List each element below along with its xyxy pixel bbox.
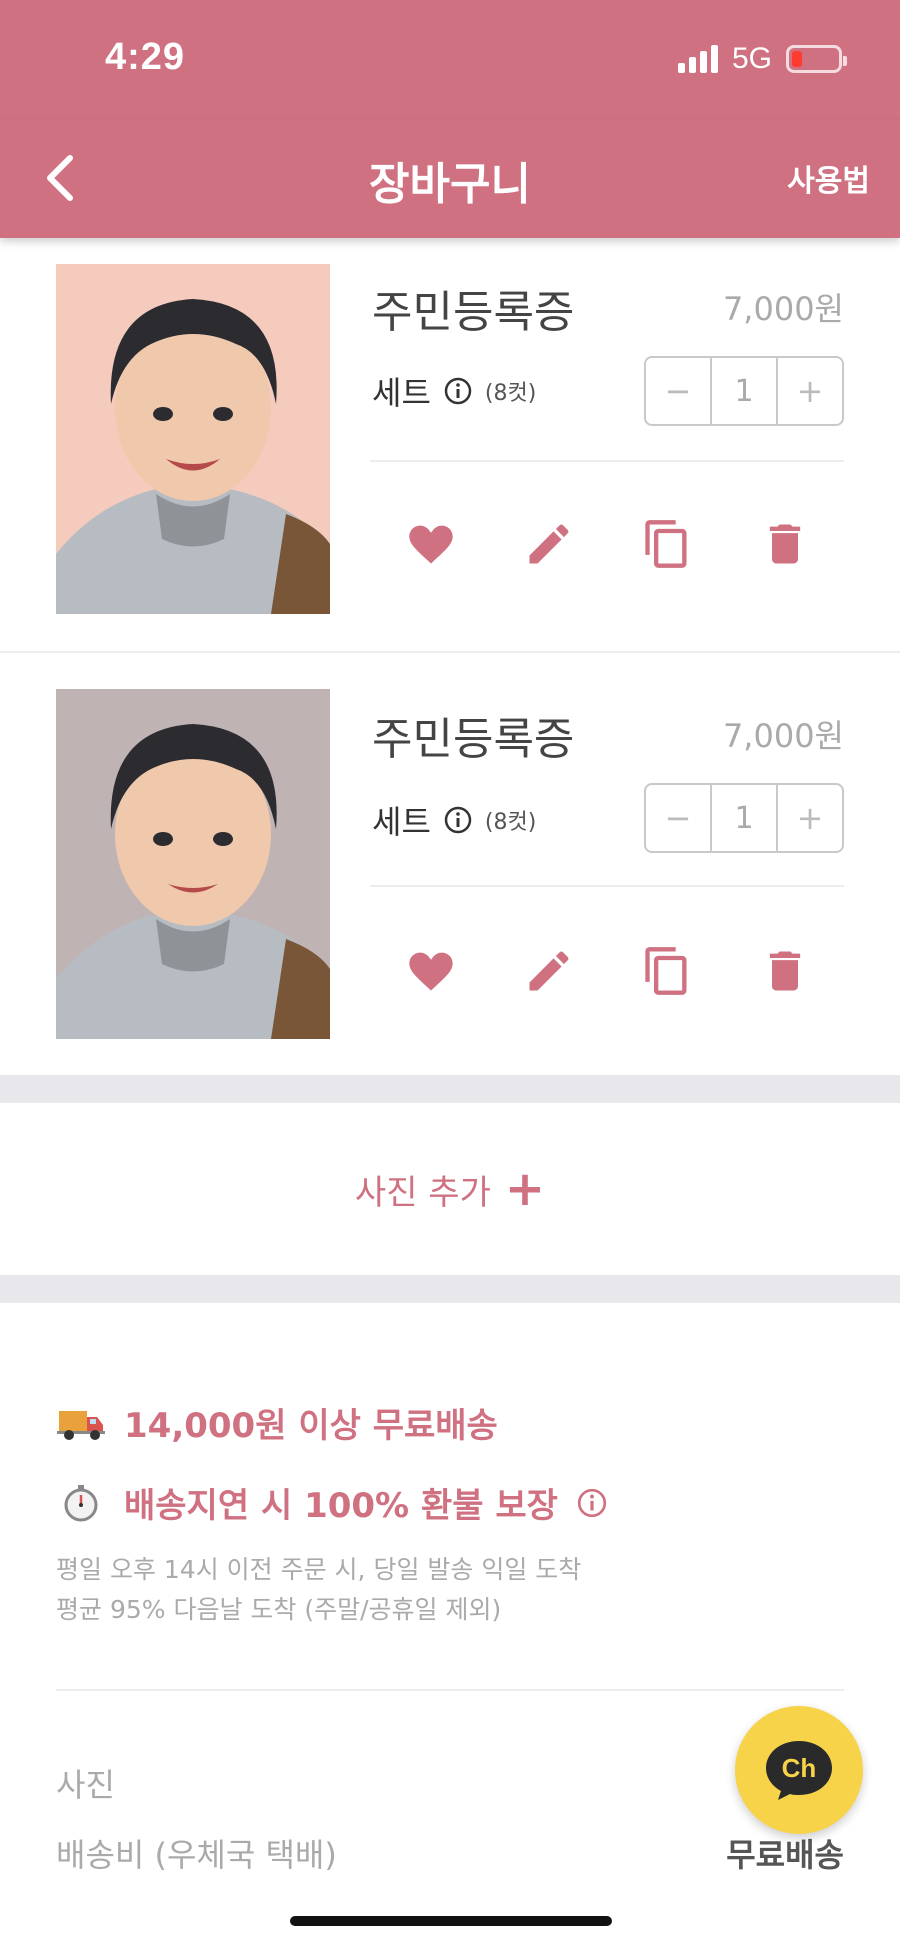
refund-guarantee-banner: 배송지연 시 100% 환불 보장 (56, 1478, 608, 1527)
trash-icon (769, 951, 801, 991)
id-photo-thumbnail[interactable] (56, 689, 330, 1039)
network-type: 5G (731, 42, 772, 75)
info-icon[interactable] (443, 805, 473, 835)
product-price: 7,000원 (722, 290, 844, 328)
decrease-button[interactable]: − (646, 358, 710, 424)
product-name: 주민등록증 (372, 287, 575, 338)
quantity-stepper: − 1 + (644, 356, 844, 426)
product-price: 7,000원 (722, 717, 844, 755)
summary-label: 사진 (56, 1766, 115, 1804)
summary-row-shipping: 배송비 (우체국 택배) 무료배송 (56, 1830, 844, 1876)
item-actions (372, 518, 844, 574)
quantity-value: 1 (710, 785, 778, 851)
free-shipping-text: 14,000원 이상 무료배송 (124, 1406, 498, 1446)
help-button[interactable]: 사용법 (787, 156, 870, 200)
pencil-icon (529, 951, 569, 991)
id-photo-thumbnail[interactable] (56, 264, 330, 614)
section-gap (0, 1075, 900, 1103)
decrease-button[interactable]: − (646, 785, 710, 851)
favorite-button[interactable] (405, 945, 457, 1001)
stopwatch-icon (56, 1483, 106, 1523)
cut-count: (8컷) (484, 810, 537, 835)
divider (370, 885, 844, 887)
cart-item: 주민등록증 7,000원 세트 (8컷) − 1 + (0, 238, 900, 651)
product-option: 세트 (8컷) (372, 797, 536, 843)
shipping-note: 평일 오후 14시 이전 주문 시, 당일 발송 익일 도착 평균 95% 다음… (56, 1550, 581, 1630)
status-bar: 4:29 5G (0, 0, 900, 120)
increase-button[interactable]: + (778, 358, 842, 424)
battery-icon (786, 45, 847, 73)
product-option: 세트 (8컷) (372, 368, 536, 414)
summary-row-photo: 사진 14 (56, 1760, 844, 1806)
quantity-value: 1 (710, 358, 778, 424)
divider (56, 1689, 844, 1691)
delete-button[interactable] (759, 518, 811, 574)
edit-button[interactable] (523, 945, 575, 1001)
page-title: 장바구니 (369, 159, 531, 210)
option-label: 세트 (372, 374, 431, 412)
product-name: 주민등록증 (372, 714, 575, 765)
chat-button[interactable]: Ch (735, 1706, 863, 1834)
copy-icon (645, 947, 687, 995)
info-icon[interactable] (443, 376, 473, 406)
favorite-button[interactable] (405, 518, 457, 574)
child-portrait-image (56, 689, 330, 1039)
info-icon[interactable] (576, 1487, 608, 1519)
chat-bubble-icon: Ch (766, 1741, 832, 1800)
status-time: 4:29 (105, 36, 186, 78)
summary-label: 배송비 (우체국 택배) (56, 1836, 337, 1874)
item-actions (372, 945, 844, 1001)
edit-button[interactable] (523, 518, 575, 574)
shipping-note-line: 평균 95% 다음날 도착 (주말/공휴일 제외) (56, 1595, 502, 1624)
cart-item: 주민등록증 7,000원 세트 (8컷) − 1 + (0, 653, 900, 1048)
pencil-icon (529, 524, 569, 564)
chat-label: Ch (782, 1753, 817, 1783)
delete-button[interactable] (759, 945, 811, 1001)
refund-guarantee-text: 배송지연 시 100% 환불 보장 (124, 1486, 558, 1526)
app-header: 장바구니 사용법 (0, 120, 900, 238)
option-label: 세트 (372, 803, 431, 841)
shipping-note-line: 평일 오후 14시 이전 주문 시, 당일 발송 익일 도착 (56, 1555, 582, 1584)
copy-button[interactable] (641, 945, 693, 1001)
heart-icon (409, 952, 453, 991)
cut-count: (8컷) (484, 381, 537, 406)
trash-icon (769, 524, 801, 564)
free-shipping-banner: 14,000원 이상 무료배송 (56, 1398, 498, 1447)
increase-button[interactable]: + (778, 785, 842, 851)
status-indicators: 5G (677, 42, 847, 76)
heart-icon (409, 525, 453, 564)
divider (370, 460, 844, 462)
add-photo-label: 사진 추가 (354, 1172, 491, 1213)
signal-icon (677, 45, 718, 73)
copy-icon (645, 520, 687, 568)
summary-value: 무료배송 (726, 1836, 844, 1874)
copy-button[interactable] (641, 518, 693, 574)
section-gap (0, 1275, 900, 1303)
quantity-stepper: − 1 + (644, 783, 844, 853)
add-photo-button[interactable]: 사진 추가 + (0, 1103, 900, 1275)
child-portrait-image (56, 264, 330, 614)
home-indicator[interactable] (290, 1916, 612, 1926)
delivery-truck-icon (56, 1403, 106, 1443)
plus-icon: + (504, 1161, 546, 1217)
